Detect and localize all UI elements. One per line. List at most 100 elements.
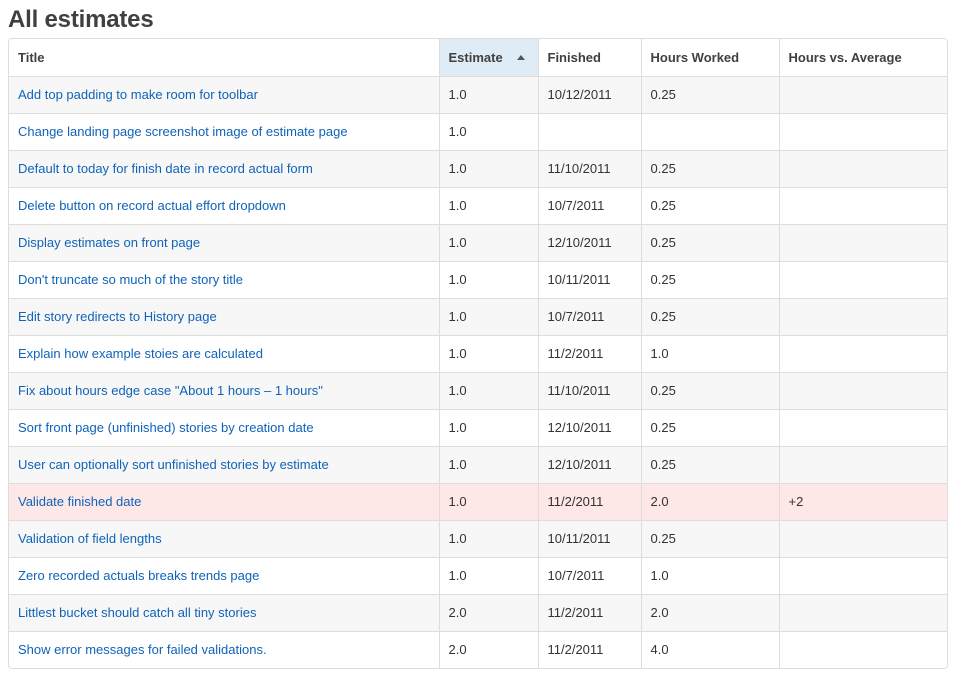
cell-estimate: 1.0 [438,556,538,594]
cell-title: Sort front page (unfinished) stories by … [9,408,439,446]
sort-header-content: Estimate [449,50,529,65]
cell-estimate: 1.0 [438,149,538,187]
column-header-label: Hours Worked [650,49,740,65]
cell-finished [537,112,641,150]
cell-estimate: 1.0 [438,260,538,298]
cell-finished: 11/2/2011 [537,593,641,631]
column-header-hours-worked[interactable]: Hours Worked [640,39,779,77]
cell-estimate: 1.0 [438,297,538,335]
column-header-estimate[interactable]: Estimate [438,39,538,77]
story-title-link[interactable]: Don't truncate so much of the story titl… [18,272,243,287]
cell-hours-vs-average [778,334,947,372]
cell-finished: 10/7/2011 [537,186,641,224]
table-row: Zero recorded actuals breaks trends page… [9,556,947,594]
table-row: Validation of field lengths 1.0 10/11/2011… [9,519,947,557]
column-header-finished[interactable]: Finished [537,39,641,77]
cell-estimate: 2.0 [438,593,538,631]
cell-hours-vs-average [778,149,947,187]
table-body: Add top padding to make room for toolbar… [9,75,947,668]
estimates-table: Title Estimate Finished Hours Worked Hou… [9,39,947,668]
cell-title: User can optionally sort unfinished stor… [9,445,439,483]
cell-hours-vs-average [778,75,947,113]
estimates-page: All estimates Title Estimate Finished Ho… [0,0,967,686]
cell-hours-worked: 1.0 [640,334,779,372]
cell-estimate: 1.0 [438,75,538,113]
story-title-link[interactable]: Show error messages for failed validatio… [18,642,267,657]
story-title-link[interactable]: Change landing page screenshot image of … [18,124,348,139]
table-row: Validate finished date 1.0 11/2/2011 2.0 +2 [9,482,947,520]
cell-title: Change landing page screenshot image of … [9,112,439,150]
cell-hours-vs-average [778,445,947,483]
cell-hours-worked: 0.25 [640,223,779,261]
story-title-link[interactable]: Delete button on record actual effort dr… [18,198,286,213]
cell-estimate: 1.0 [438,445,538,483]
cell-hours-worked: 0.25 [640,149,779,187]
cell-title: Fix about hours edge case "About 1 hours… [9,371,439,409]
cell-title: Littlest bucket should catch all tiny st… [9,593,439,631]
cell-hours-vs-average [778,519,947,557]
story-title-link[interactable]: Explain how example stoies are calculate… [18,346,263,361]
cell-finished: 10/11/2011 [537,519,641,557]
cell-hours-vs-average [778,556,947,594]
estimates-table-container: Title Estimate Finished Hours Worked Hou… [8,38,948,669]
cell-finished: 12/10/2011 [537,408,641,446]
cell-title: Explain how example stoies are calculate… [9,334,439,372]
story-title-link[interactable]: User can optionally sort unfinished stor… [18,457,329,472]
cell-estimate: 1.0 [438,112,538,150]
story-title-link[interactable]: Add top padding to make room for toolbar [18,87,258,102]
story-title-link[interactable]: Validate finished date [18,494,141,509]
table-row: Show error messages for failed validatio… [9,630,947,668]
table-row: Delete button on record actual effort dr… [9,186,947,224]
column-header-label: Estimate [448,49,503,65]
story-title-link[interactable]: Display estimates on front page [18,235,200,250]
cell-finished: 10/12/2011 [537,75,641,113]
story-title-link[interactable]: Sort front page (unfinished) stories by … [18,420,314,435]
cell-title: Delete button on record actual effort dr… [9,186,439,224]
table-row: Display estimates on front page 1.0 12/10/… [9,223,947,261]
page-title: All estimates [8,6,154,33]
cell-finished: 11/2/2011 [537,630,641,668]
story-title-link[interactable]: Default to today for finish date in reco… [18,161,313,176]
table-row: Explain how example stoies are calculate… [9,334,947,372]
cell-finished: 10/11/2011 [537,260,641,298]
cell-finished: 11/2/2011 [537,482,641,520]
story-title-link[interactable]: Edit story redirects to History page [18,309,217,324]
story-title-link[interactable]: Littlest bucket should catch all tiny st… [18,605,256,620]
table-row: Change landing page screenshot image of … [9,112,947,150]
cell-title: Add top padding to make room for toolbar [9,75,439,113]
cell-hours-worked: 1.0 [640,556,779,594]
cell-finished: 10/7/2011 [537,297,641,335]
table-row: Add top padding to make room for toolbar… [9,75,947,113]
cell-hours-vs-average [778,408,947,446]
cell-hours-worked [640,112,779,150]
table-row: User can optionally sort unfinished stor… [9,445,947,483]
cell-title: Edit story redirects to History page [9,297,439,335]
cell-title: Default to today for finish date in reco… [9,149,439,187]
table-row: Littlest bucket should catch all tiny st… [9,593,947,631]
cell-title: Zero recorded actuals breaks trends page [9,556,439,594]
cell-title: Validation of field lengths [9,519,439,557]
cell-estimate: 1.0 [438,186,538,224]
column-header-label: Finished [547,49,601,65]
cell-hours-worked: 0.25 [640,445,779,483]
cell-estimate: 1.0 [438,408,538,446]
cell-hours-vs-average [778,593,947,631]
story-title-link[interactable]: Zero recorded actuals breaks trends page [18,568,259,583]
cell-estimate: 1.0 [438,371,538,409]
cell-estimate: 1.0 [438,334,538,372]
cell-hours-worked: 0.25 [640,371,779,409]
cell-hours-vs-average [778,186,947,224]
cell-estimate: 1.0 [438,223,538,261]
sort-ascending-icon [516,54,525,60]
cell-estimate: 1.0 [438,519,538,557]
column-header-title[interactable]: Title [9,39,439,77]
column-header-hours-vs-average[interactable]: Hours vs. Average [778,39,947,77]
column-header-label: Hours vs. Average [788,49,902,65]
story-title-link[interactable]: Validation of field lengths [18,531,162,546]
cell-hours-worked: 0.25 [640,75,779,113]
story-title-link[interactable]: Fix about hours edge case "About 1 hours… [18,383,323,398]
cell-hours-worked: 0.25 [640,260,779,298]
cell-hours-worked: 2.0 [640,593,779,631]
table-row: Fix about hours edge case "About 1 hours… [9,371,947,409]
cell-finished: 10/7/2011 [537,556,641,594]
